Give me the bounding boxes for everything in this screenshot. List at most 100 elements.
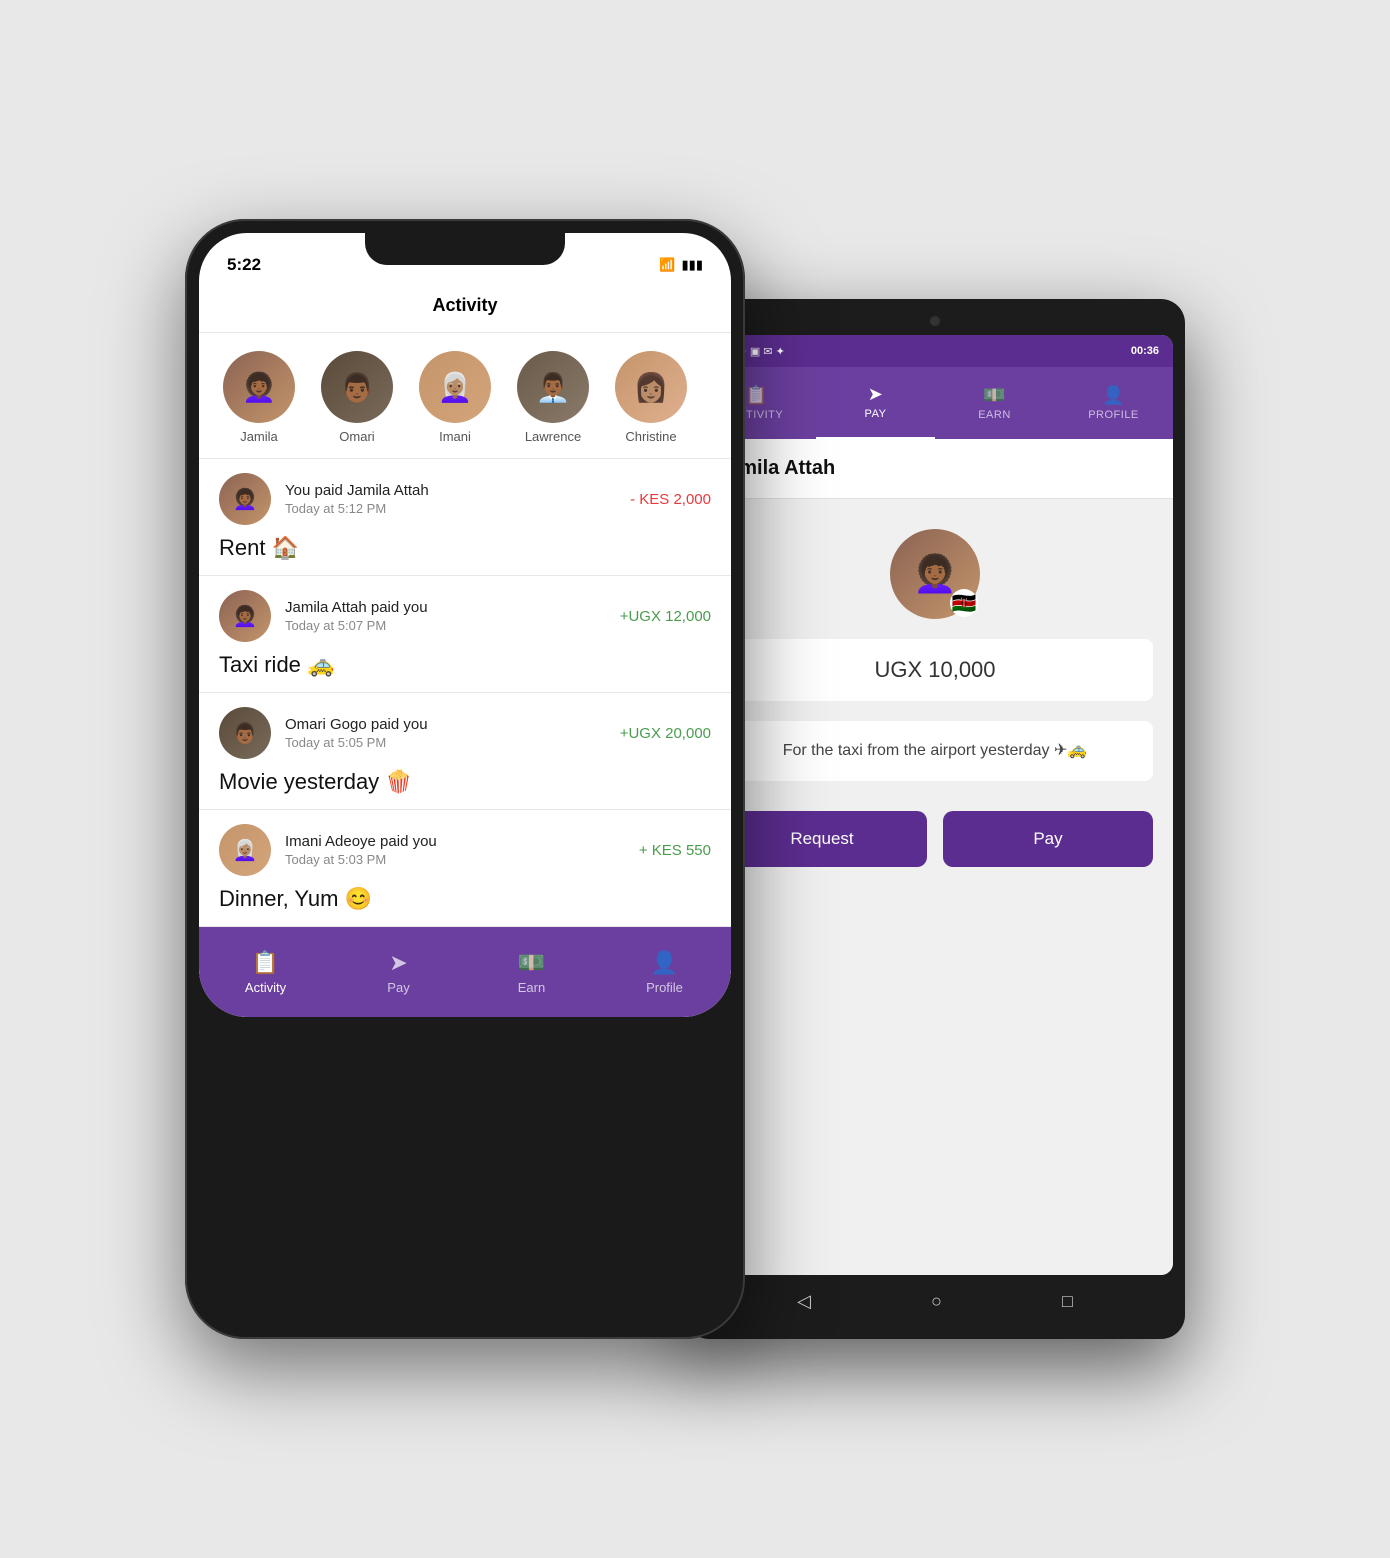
android-profile-icon: 👤 [1102,385,1125,406]
android-earn-label: EARN [978,409,1011,421]
iphone-bottom-nav: 📋 Activity ➤ Pay 💵 Earn 👤 Profile [199,927,731,1017]
activity-row-4: 👩🏽‍🦳 Imani Adeoye paid you Today at 5:03… [219,824,711,876]
nav-profile[interactable]: 👤 Profile [598,927,731,1017]
contact-jamila[interactable]: 👩🏾‍🦱 Jamila [219,351,299,444]
android-flag: 🇰🇪 [950,589,978,617]
contact-christine[interactable]: 👩🏽 Christine [611,351,691,444]
wifi-icon: 📶 [659,257,675,273]
android-camera [930,316,940,326]
activity-time-3: Today at 5:05 PM [285,735,606,750]
activity-name-1: You paid Jamila Attah [285,482,616,499]
android-home-button[interactable]: ○ [931,1291,942,1312]
activity-avatar-3: 👨🏾 [219,707,271,759]
android-activity-icon: 📋 [745,385,768,406]
activity-note-1: Rent 🏠 [219,535,711,561]
request-button[interactable]: Request [717,811,927,867]
android-profile-label: PROFILE [1088,409,1139,421]
android-top-bar [697,311,1173,331]
activity-item-2[interactable]: 👩🏾‍🦱 Jamila Attah paid you Today at 5:07… [199,576,731,693]
activity-amount-3: +UGX 20,000 [620,725,711,742]
activity-nav-label: Activity [245,980,286,995]
android-top-nav: 📋 ACTIVITY ➤ PAY 💵 EARN 👤 PROFILE [697,367,1173,439]
iphone-time: 5:22 [227,255,261,275]
android-nav-profile[interactable]: 👤 PROFILE [1054,367,1173,439]
activity-amount-4: + KES 550 [639,842,711,859]
profile-nav-icon: 👤 [651,950,678,976]
activity-amount-1: - KES 2,000 [630,491,711,508]
activity-name-3: Omari Gogo paid you [285,716,606,733]
android-earn-icon: 💵 [983,385,1006,406]
activity-time-2: Today at 5:07 PM [285,618,606,633]
contact-name-imani: Imani [439,429,471,444]
contact-lawrence[interactable]: 👨🏾‍💼 Lawrence [513,351,593,444]
android-status-time: 00:36 [1131,345,1159,357]
activity-avatar-2: 👩🏾‍🦱 [219,590,271,642]
activity-avatar-1: 👩🏾‍🦱 [219,473,271,525]
nav-pay[interactable]: ➤ Pay [332,927,465,1017]
activity-row-2: 👩🏾‍🦱 Jamila Attah paid you Today at 5:07… [219,590,711,642]
iphone-status-icons: 📶 ▮▮▮ [659,257,703,273]
contact-avatar-jamila: 👩🏾‍🦱 [223,351,295,423]
activity-title: Activity [432,295,497,315]
android-recent-button[interactable]: □ [1062,1291,1073,1312]
android-note: For the taxi from the airport yesterday … [783,742,1088,759]
android-pay-label: PAY [865,408,887,420]
iphone-device: 5:22 📶 ▮▮▮ Activity 👩🏾‍🦱 Jamila [185,219,745,1339]
contact-avatar-christine: 👩🏽 [615,351,687,423]
iphone-content: Activity 👩🏾‍🦱 Jamila 👨🏾 Omari 👩🏽‍🦳 Im [199,283,731,1017]
activity-name-4: Imani Adeoye paid you [285,833,625,850]
contact-avatar-imani: 👩🏽‍🦳 [419,351,491,423]
earn-nav-label: Earn [518,980,545,995]
contact-omari[interactable]: 👨🏾 Omari [317,351,397,444]
android-action-buttons: Request Pay [717,811,1153,867]
activity-info-1: You paid Jamila Attah Today at 5:12 PM [285,482,616,516]
profile-nav-label: Profile [646,980,683,995]
activity-time-1: Today at 5:12 PM [285,501,616,516]
activity-item-3[interactable]: 👨🏾 Omari Gogo paid you Today at 5:05 PM … [199,693,731,810]
pay-nav-icon: ➤ [389,950,407,976]
android-nav-earn[interactable]: 💵 EARN [935,367,1054,439]
android-pay-icon: ➤ [868,384,884,405]
nav-earn[interactable]: 💵 Earn [465,927,598,1017]
contact-name-lawrence: Lawrence [525,429,581,444]
battery-icon: ▮▮▮ [682,257,703,273]
android-recipient-header: Jamila Attah [697,439,1173,499]
contact-imani[interactable]: 👩🏽‍🦳 Imani [415,351,495,444]
activity-item-1[interactable]: 👩🏾‍🦱 You paid Jamila Attah Today at 5:12… [199,459,731,576]
activity-note-3: Movie yesterday 🍿 [219,769,711,795]
pay-nav-label: Pay [387,980,409,995]
contact-name-christine: Christine [625,429,676,444]
android-screen: ▲ ⊣ ✦ ▣ ✉ ✦ 00:36 📋 ACTIVITY ➤ PAY 💵 EAR… [697,335,1173,1275]
activity-name-2: Jamila Attah paid you [285,599,606,616]
activity-info-3: Omari Gogo paid you Today at 5:05 PM [285,716,606,750]
contacts-row: 👩🏾‍🦱 Jamila 👨🏾 Omari 👩🏽‍🦳 Imani 👨🏾‍💼 La [199,333,731,459]
activity-item-4[interactable]: 👩🏽‍🦳 Imani Adeoye paid you Today at 5:03… [199,810,731,927]
android-pay-content: 👩🏾‍🦱 🇰🇪 UGX 10,000 For the taxi from the… [697,499,1173,1275]
pay-button[interactable]: Pay [943,811,1153,867]
iphone-screen: 5:22 📶 ▮▮▮ Activity 👩🏾‍🦱 Jamila [199,233,731,1017]
activity-time-4: Today at 5:03 PM [285,852,625,867]
android-device: ▲ ⊣ ✦ ▣ ✉ ✦ 00:36 📋 ACTIVITY ➤ PAY 💵 EAR… [685,299,1185,1339]
android-note-box: For the taxi from the airport yesterday … [717,721,1153,781]
iphone-notch [365,233,565,265]
earn-nav-icon: 💵 [518,950,545,976]
activity-info-4: Imani Adeoye paid you Today at 5:03 PM [285,833,625,867]
android-recipient-name: Jamila Attah [717,457,1153,480]
iphone-header: Activity [199,283,731,333]
activity-row-1: 👩🏾‍🦱 You paid Jamila Attah Today at 5:12… [219,473,711,525]
android-bottom-bar: ◁ ○ □ [697,1275,1173,1327]
android-status-bar: ▲ ⊣ ✦ ▣ ✉ ✦ 00:36 [697,335,1173,367]
activity-note-4: Dinner, Yum 😊 [219,886,711,912]
android-nav-pay[interactable]: ➤ PAY [816,367,935,439]
contact-name-jamila: Jamila [240,429,278,444]
android-amount-box: UGX 10,000 [717,639,1153,701]
activity-list: 👩🏾‍🦱 You paid Jamila Attah Today at 5:12… [199,459,731,927]
contact-name-omari: Omari [339,429,374,444]
activity-info-2: Jamila Attah paid you Today at 5:07 PM [285,599,606,633]
contact-avatar-omari: 👨🏾 [321,351,393,423]
activity-row-3: 👨🏾 Omari Gogo paid you Today at 5:05 PM … [219,707,711,759]
activity-amount-2: +UGX 12,000 [620,608,711,625]
nav-activity[interactable]: 📋 Activity [199,927,332,1017]
android-back-button[interactable]: ◁ [797,1291,811,1312]
android-pay-body: 👩🏾‍🦱 🇰🇪 UGX 10,000 For the taxi from the… [697,499,1173,1275]
